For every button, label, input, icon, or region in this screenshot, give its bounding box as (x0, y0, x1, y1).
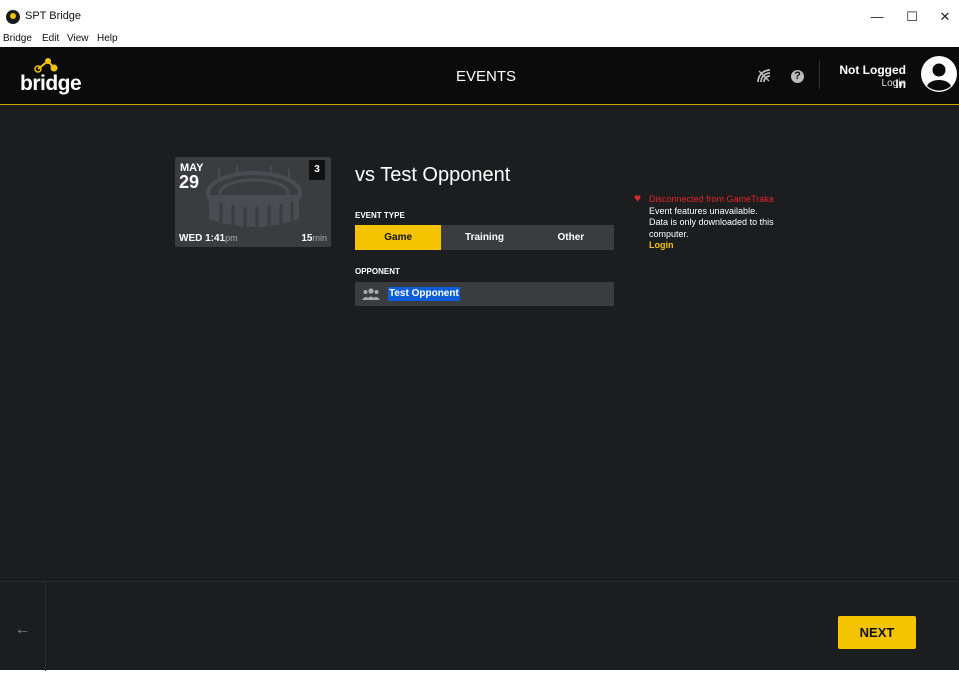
footer-bar: ← NEXT (0, 581, 959, 671)
event-day: 29 (179, 172, 200, 192)
signal-icon[interactable] (756, 68, 772, 84)
menu-help[interactable]: Help (97, 33, 118, 44)
next-button[interactable]: NEXT (838, 616, 916, 649)
status-line-1: Event features unavailable. (649, 205, 758, 216)
menu-bridge[interactable]: Bridge (3, 33, 32, 44)
event-type-game[interactable]: Game (355, 225, 442, 250)
bridge-logo[interactable]: bridge (20, 55, 90, 97)
event-duration-unit: min (312, 233, 327, 243)
minimize-button[interactable]: — (862, 6, 892, 28)
event-type-other[interactable]: Other (528, 225, 614, 250)
window-titlebar: SPT Bridge — ☐ ✕ (0, 0, 959, 33)
menu-bar: Bridge Edit View Help (0, 33, 959, 47)
status-line-2: Data is only downloaded to this (649, 217, 774, 227)
event-title: vs Test Opponent (355, 164, 511, 186)
maximize-button[interactable]: ☐ (897, 6, 927, 28)
event-weekday-time: WED 1:41pm (179, 233, 238, 244)
connection-status: Disconnected from GameTraka Event featur… (633, 193, 823, 252)
app-content: bridge EVENTS ? Not Logged In Login MAY … (0, 47, 959, 671)
event-duration-value: 15 (301, 233, 313, 244)
event-type-selector: Game Training Other (355, 225, 614, 250)
back-button[interactable]: ← (0, 582, 46, 671)
avatar-icon[interactable] (920, 55, 958, 93)
event-type-label: EVENT TYPE (355, 211, 405, 220)
menu-view[interactable]: View (67, 33, 89, 44)
user-login-link[interactable]: Login (826, 78, 906, 89)
event-card[interactable]: MAY 29 WED 1:41pm 15min (175, 157, 331, 247)
opponent-label: OPPONENT (355, 267, 400, 276)
window-title: SPT Bridge (25, 10, 82, 22)
menu-edit[interactable]: Edit (42, 33, 59, 44)
status-login-link[interactable]: Login (633, 240, 823, 252)
opponent-field[interactable]: Test Opponent (355, 282, 614, 306)
status-line-3: computer. (649, 228, 689, 239)
event-duration: 15min (301, 233, 327, 244)
app-header: bridge EVENTS ? Not Logged In Login (0, 47, 959, 105)
logo-text: bridge (20, 72, 82, 95)
opponent-value[interactable]: Test Opponent (388, 287, 460, 301)
header-divider (819, 61, 820, 89)
stadium-icon (206, 166, 302, 228)
event-count-badge: 3 (309, 160, 325, 180)
close-button[interactable]: ✕ (930, 6, 959, 28)
app-icon (6, 10, 20, 24)
help-icon[interactable]: ? (791, 70, 804, 83)
arrow-left-icon: ← (14, 621, 31, 638)
disconnected-message: Disconnected from GameTraka (633, 193, 823, 206)
page-title: EVENTS (455, 68, 516, 85)
event-time: WED 1:41 (179, 233, 226, 244)
event-type-training[interactable]: Training (441, 225, 527, 250)
group-icon (362, 288, 380, 300)
event-ampm: pm (225, 233, 238, 243)
